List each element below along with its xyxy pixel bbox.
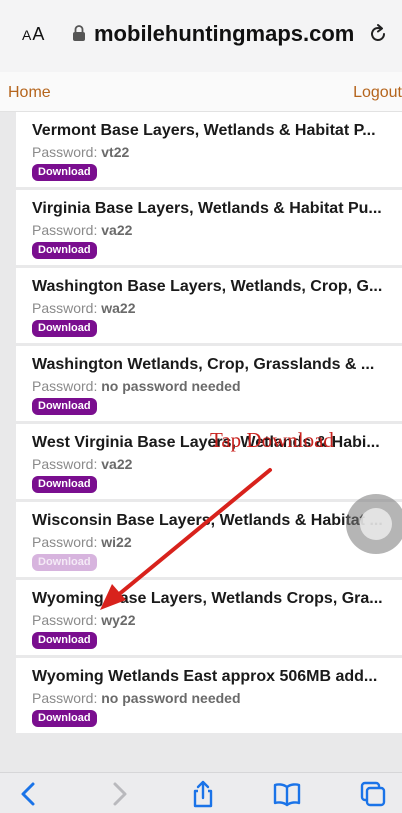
password-label: Password: xyxy=(32,534,98,550)
share-icon[interactable] xyxy=(188,779,218,809)
assistive-touch-button[interactable] xyxy=(346,494,402,554)
download-button[interactable]: Download xyxy=(32,242,97,259)
password-value: no password needed xyxy=(101,378,241,394)
password-label: Password: xyxy=(32,222,98,238)
reader-options-button[interactable]: AA xyxy=(22,24,45,45)
list-item: Virginia Base Layers, Wetlands & Habitat… xyxy=(16,190,402,268)
item-password: Password: wi22 xyxy=(32,533,402,551)
download-list-viewport[interactable]: Download Vermont Base Layers, Wetlands &… xyxy=(0,112,402,772)
site-nav: Home Logout xyxy=(0,72,402,112)
list-item: Wisconsin Base Layers, Wetlands & Habita… xyxy=(16,502,402,580)
assistive-touch-inner xyxy=(360,508,392,540)
reload-icon[interactable] xyxy=(366,22,390,46)
browser-toolbar xyxy=(0,772,402,813)
item-password: Password: wy22 xyxy=(32,611,402,629)
reader-options-small-a: A xyxy=(22,27,33,43)
item-password: Password: no password needed xyxy=(32,377,402,395)
password-value: wi22 xyxy=(101,534,132,550)
item-title: Washington Wetlands, Crop, Grasslands & … xyxy=(32,356,375,373)
download-button[interactable]: Download xyxy=(32,398,97,415)
download-button[interactable]: Download xyxy=(32,476,97,493)
download-button-pressed[interactable]: Download xyxy=(32,554,97,571)
list-item: Washington Wetlands, Crop, Grasslands & … xyxy=(16,346,402,424)
download-button[interactable]: Download xyxy=(32,632,97,649)
logout-link[interactable]: Logout xyxy=(353,84,402,102)
list-item: West Virginia Base Layers, Wetlands & Ha… xyxy=(16,424,402,502)
item-title: Vermont Base Layers, Wetlands & Habitat … xyxy=(32,122,376,139)
list-item: Washington Base Layers, Wetlands, Crop, … xyxy=(16,268,402,346)
item-title: Wisconsin Base Layers, Wetlands & Habita… xyxy=(32,512,382,529)
item-password: Password: vt22 xyxy=(32,143,402,161)
password-value: vt22 xyxy=(101,144,130,160)
home-link[interactable]: Home xyxy=(8,84,51,102)
password-value: wy22 xyxy=(101,612,136,628)
download-button[interactable]: Download xyxy=(32,710,97,727)
item-password: Password: va22 xyxy=(32,455,402,473)
item-password: Password: va22 xyxy=(32,221,402,239)
address-bar[interactable]: AA mobilehuntingmaps.com xyxy=(0,0,402,72)
item-title: Virginia Base Layers, Wetlands & Habitat… xyxy=(32,200,382,217)
password-label: Password: xyxy=(32,456,98,472)
download-button[interactable]: Download xyxy=(32,320,97,337)
item-title: Wyoming Base Layers, Wetlands Crops, Gra… xyxy=(32,590,382,607)
download-list: Download Vermont Base Layers, Wetlands &… xyxy=(16,112,402,736)
bookmarks-icon[interactable] xyxy=(272,779,302,809)
lock-icon xyxy=(73,25,85,41)
item-password: Password: wa22 xyxy=(32,299,402,317)
list-item: Wyoming Base Layers, Wetlands Crops, Gra… xyxy=(16,580,402,658)
password-value: va22 xyxy=(101,222,133,238)
tabs-icon[interactable] xyxy=(358,779,388,809)
password-label: Password: xyxy=(32,378,98,394)
item-title: Washington Base Layers, Wetlands, Crop, … xyxy=(32,278,382,295)
download-button[interactable]: Download xyxy=(32,164,97,181)
url-text[interactable]: mobilehuntingmaps.com xyxy=(94,21,354,47)
password-label: Password: xyxy=(32,144,98,160)
list-item: Vermont Base Layers, Wetlands & Habitat … xyxy=(16,112,402,190)
forward-icon[interactable] xyxy=(104,779,134,809)
reader-options-large-a: A xyxy=(32,24,46,44)
item-password: Password: no password needed xyxy=(32,689,402,707)
password-value: va22 xyxy=(101,456,133,472)
list-item: Wyoming Wetlands East approx 506MB add..… xyxy=(16,658,402,736)
item-title: Wyoming Wetlands East approx 506MB add..… xyxy=(32,668,378,685)
password-label: Password: xyxy=(32,300,98,316)
password-label: Password: xyxy=(32,612,98,628)
password-value: wa22 xyxy=(101,300,136,316)
password-value: no password needed xyxy=(101,690,241,706)
password-label: Password: xyxy=(32,690,98,706)
annotation-text: Tap Download xyxy=(210,428,334,452)
back-icon[interactable] xyxy=(14,779,44,809)
